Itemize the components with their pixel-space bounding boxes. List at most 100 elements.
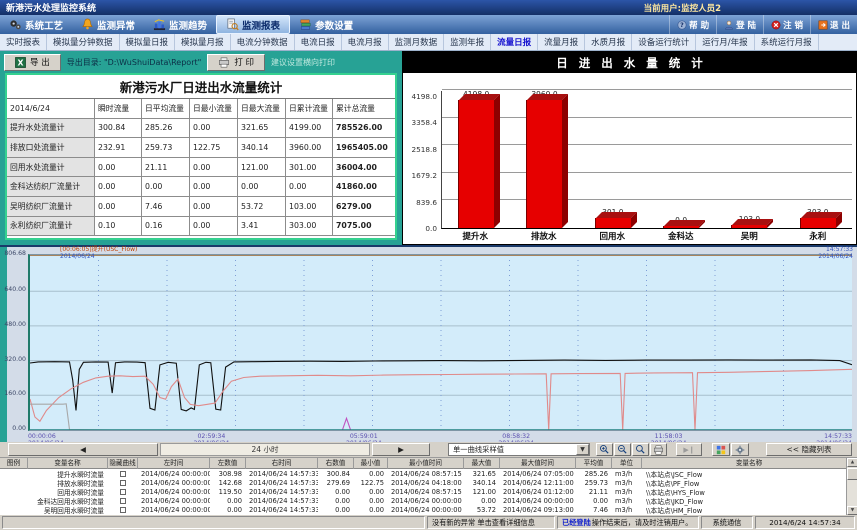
tab[interactable]: 模拟量分钟数据 [47, 34, 120, 50]
tab[interactable]: 监测年报 [444, 34, 491, 50]
max-time-cell: 2014/06/24 12:11:00 [500, 479, 576, 487]
tab[interactable]: 运行月/年报 [696, 34, 754, 50]
unit-cell: m3/h [612, 497, 642, 505]
right-value-cell: 279.69 [318, 479, 354, 487]
legend-scrollbar[interactable]: ▲ ▼ [846, 458, 857, 515]
excel-export-icon: X [15, 57, 26, 68]
hide-list-button[interactable]: << 隐藏列表 [766, 443, 852, 456]
menu-item-parameter-settings[interactable]: 参数设置 [290, 15, 362, 34]
time-range-scrollbar[interactable]: 24 小时 [160, 443, 370, 456]
bar[interactable] [800, 218, 836, 228]
max-value-cell: 0.00 [464, 497, 500, 505]
tab[interactable]: 水质月报 [585, 34, 632, 50]
alarm-status-text[interactable]: 没有新的异常 单击查看详细信息 [427, 516, 555, 529]
legend-col-header: 最小值 [354, 458, 388, 469]
help-button[interactable]: ? 帮 助 [669, 15, 716, 34]
menu-bar: 系统工艺 监测异常 监测趋势 监测报表 参数设置 ? 帮 助 登 陆 [0, 15, 857, 34]
tab[interactable]: 流量月报 [538, 34, 585, 50]
zoom-out-button[interactable] [614, 443, 631, 456]
report-row: 排放口处流量计 232.91 259.73 122.75 340.14 3960… [7, 138, 395, 158]
tab[interactable]: 实时报表 [0, 34, 47, 50]
unit-cell: m3/h [612, 506, 642, 514]
min-value-cell: 0.00 [354, 497, 388, 505]
menu-item-monitor-report[interactable]: 监测报表 [216, 15, 290, 34]
cumulative-total-cell: 1965405.00 [333, 138, 395, 158]
bar[interactable] [458, 100, 494, 228]
tab[interactable]: 电流分钟数据 [231, 34, 295, 50]
tab[interactable]: 设备运行统计 [632, 34, 696, 50]
curve-mode-select[interactable]: 单一曲线采样值 ▼ [448, 443, 590, 456]
right-value-cell: 0.00 [318, 506, 354, 514]
daily-avg-cell: 285.26 [142, 119, 190, 139]
right-time-cell: 2014/06/24 14:57:33 [246, 506, 318, 514]
tab[interactable]: 电流月报 [342, 34, 389, 50]
hide-curve-checkbox[interactable] [120, 471, 126, 477]
trend-y-tick: 320.00 [4, 356, 26, 364]
bar[interactable] [526, 100, 562, 228]
trend-end-readout: 14:57:33 2014/06/24 [818, 247, 853, 260]
cumulative-total-cell: 36004.00 [333, 158, 395, 178]
tab[interactable]: 流量日报 [491, 34, 538, 50]
bar-column: 303.0 [787, 90, 849, 228]
hide-curve-checkbox[interactable] [120, 480, 126, 486]
chart-grid-button[interactable] [712, 443, 730, 456]
daily-total-cell: 103.00 [286, 197, 333, 217]
scroll-right-button[interactable]: ▶ [372, 443, 430, 456]
print-trend-button[interactable] [650, 443, 667, 456]
bar[interactable] [595, 218, 631, 228]
daily-total-cell: 3960.00 [286, 138, 333, 158]
daily-avg-cell: 259.73 [142, 138, 190, 158]
trend-chart-panel: [00:06:05]提升(USC_Flow) 2014/06/24 14:57:… [0, 245, 857, 442]
flowmeter-name-cell: 回用水处流量计 [7, 158, 95, 178]
trend-plot[interactable] [28, 254, 852, 431]
left-teal-strip [0, 247, 7, 444]
login-button[interactable]: 登 陆 [716, 15, 763, 34]
tab[interactable]: 系统运行月报 [755, 34, 819, 50]
logout-button[interactable]: 注 销 [763, 15, 810, 34]
chevron-down-icon[interactable]: ▼ [576, 444, 589, 455]
bar[interactable] [731, 225, 767, 228]
play-button[interactable]: ▶❙ [676, 443, 702, 456]
menu-item-monitor-alarm[interactable]: 监测异常 [72, 15, 144, 34]
max-value-cell: 340.14 [464, 479, 500, 487]
tab[interactable]: 监测月数据 [389, 34, 445, 50]
bar-column: 4198.0 [445, 90, 507, 228]
daily-total-cell: 303.00 [286, 217, 333, 237]
zoom-reset-button[interactable] [632, 443, 649, 456]
print-button[interactable]: 打 印 [207, 54, 265, 71]
left-time-cell: 2014/06/24 00:00:00 [138, 470, 210, 478]
exit-icon [818, 20, 828, 30]
zoom-in-button[interactable] [596, 443, 613, 456]
tab-bar: 实时报表模拟量分钟数据模拟量日报模拟量月报电流分钟数据电流日报电流月报监测月数据… [0, 34, 857, 51]
title-bar: 新港污水处理监控系统 当前用户:监控人员2 [0, 0, 857, 15]
menu-item-monitor-trend[interactable]: 监测趋势 [144, 15, 216, 34]
report-col-header: 日累计流量 [286, 99, 333, 119]
logout-icon [771, 20, 781, 30]
scroll-up-icon[interactable]: ▲ [847, 458, 857, 467]
menu-right-buttons: ? 帮 助 登 陆 注 销 退 出 [669, 15, 857, 34]
left-value-cell: 0.00 [210, 506, 246, 514]
hide-curve-checkbox[interactable] [120, 507, 126, 513]
scrollbar-thumb[interactable] [847, 468, 857, 480]
bar-chart-panel: 日进出水量统计 4198.03358.42518.81679.2839.60.0… [402, 51, 857, 245]
report-row: 金科达纺织厂流量计 0.00 0.00 0.00 0.00 0.00 41860… [7, 177, 395, 197]
menu-item-system-process[interactable]: 系统工艺 [0, 15, 72, 34]
avg-value-cell: 7.46 [576, 506, 612, 514]
scroll-down-icon[interactable]: ▼ [847, 506, 857, 515]
hide-curve-checkbox[interactable] [120, 489, 126, 495]
report-toolbar: X 导 出 导出目录: "D:\WuShuiData\Report" 打 印 建… [0, 51, 402, 73]
tab[interactable]: 电流日报 [295, 34, 342, 50]
max-value-cell: 121.00 [464, 488, 500, 496]
min-time-cell: 2014/06/24 08:57:15 [388, 488, 464, 496]
exit-button[interactable]: 退 出 [810, 15, 857, 34]
bar-chart-plot: 4198.0 3960.0 301.0 [441, 91, 852, 229]
chart-options-button[interactable] [731, 443, 749, 456]
bar[interactable] [663, 226, 699, 228]
tab[interactable]: 模拟量日报 [120, 34, 176, 50]
trend-x-time: 14:57:33 [790, 433, 852, 440]
export-button[interactable]: X 导 出 [4, 54, 61, 71]
curve-mode-value: 单一曲线采样值 [453, 445, 504, 455]
tab[interactable]: 模拟量月报 [175, 34, 231, 50]
scroll-left-button[interactable]: ◀ [8, 443, 158, 456]
hide-curve-checkbox[interactable] [120, 498, 126, 504]
